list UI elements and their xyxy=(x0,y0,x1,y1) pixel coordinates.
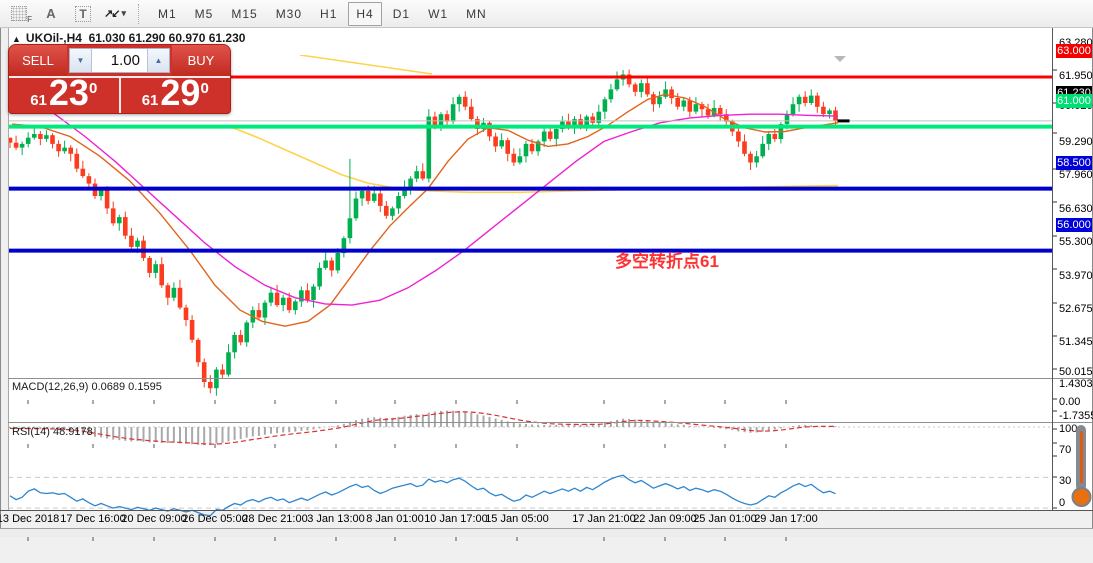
chart-annotation-text: 多空转折点61 xyxy=(615,252,719,271)
time-label: 20 Dec 09:00 xyxy=(121,513,187,525)
ma-mid-magenta xyxy=(19,93,839,306)
rsi-tick-100: 100 xyxy=(1059,423,1078,435)
price-tag-61.000: 61.000 xyxy=(1056,94,1092,108)
time-label: 17 Jan 21:00 xyxy=(572,513,636,525)
time-label: 3 Jan 13:00 xyxy=(307,513,365,525)
text-label-icon[interactable]: A xyxy=(38,3,64,25)
timeframe-button-w1[interactable]: W1 xyxy=(421,3,455,25)
timeframe-button-mn[interactable]: MN xyxy=(459,3,494,25)
price-tick-56.630: 56.630 xyxy=(1059,203,1093,215)
macd-tick-1.4303: 1.4303 xyxy=(1059,378,1093,390)
price-tick-57.960: 57.960 xyxy=(1059,169,1093,181)
price-tick-51.345: 51.345 xyxy=(1059,336,1093,348)
price-tick-52.675: 52.675 xyxy=(1059,303,1093,315)
volume-stepper: ▼ 1.00 ▲ xyxy=(69,48,170,73)
volume-increase-button[interactable]: ▲ xyxy=(147,49,169,72)
volume-value[interactable]: 1.00 xyxy=(92,49,147,72)
sell-price[interactable]: 61 23 0 xyxy=(9,72,121,113)
rsi-pane-separator[interactable] xyxy=(8,422,1092,423)
price-tick-53.970: 53.970 xyxy=(1059,270,1093,282)
price-tag-56.000: 56.000 xyxy=(1056,218,1092,232)
price-tick-55.300: 55.300 xyxy=(1059,236,1093,248)
x-axis-line xyxy=(0,510,1093,511)
price-tag-58.500: 58.500 xyxy=(1056,156,1092,170)
toolbar-separator xyxy=(138,3,139,24)
timeframe-button-m1[interactable]: M1 xyxy=(151,3,184,25)
timeframe-button-h1[interactable]: H1 xyxy=(313,3,344,25)
time-label: 28 Dec 21:00 xyxy=(242,513,308,525)
text-box-glyph: T xyxy=(75,5,91,22)
macd-label: MACD(12,26,9) 0.0689 0.1595 xyxy=(12,381,162,393)
sell-price-main: 23 xyxy=(48,72,89,113)
time-label: 26 Dec 05:00 xyxy=(182,513,248,525)
macd-tick-0.00: 0.00 xyxy=(1059,396,1081,408)
timeframe-button-m5[interactable]: M5 xyxy=(188,3,221,25)
arrows-glyph: ↗↙ xyxy=(104,8,121,20)
time-label: 25 Jan 01:00 xyxy=(693,513,757,525)
sell-price-sup: 0 xyxy=(88,80,98,97)
arrows-icon[interactable]: ↗↙ ▾ xyxy=(102,3,128,25)
dropdown-caret-icon: ▾ xyxy=(121,8,126,18)
buy-price-sup: 0 xyxy=(200,80,209,97)
ma-fast-orange xyxy=(11,93,839,327)
price-tick-59.290: 59.290 xyxy=(1059,136,1093,148)
sell-price-prefix: 61 xyxy=(30,92,47,109)
macd-signal-line xyxy=(9,411,836,445)
time-label: 8 Jan 01:00 xyxy=(366,513,424,525)
yellow-trendline xyxy=(299,55,433,75)
time-label: 29 Jan 17:00 xyxy=(754,513,818,525)
macd-pane-separator[interactable] xyxy=(8,378,1092,379)
timeframe-group: M1 M5 M15 M30 H1 H4 D1 W1 MN xyxy=(147,1,494,26)
rsi-label: RSI(14) 48.9178 xyxy=(12,426,93,438)
last-price-marker xyxy=(837,119,850,123)
grid-glyph: F xyxy=(11,6,32,24)
timeframe-button-m30[interactable]: M30 xyxy=(269,3,309,25)
scroll-marker-icon[interactable] xyxy=(834,56,846,62)
buy-price[interactable]: 61 29 0 xyxy=(121,72,231,113)
time-label: 17 Dec 16:00 xyxy=(60,513,126,525)
timeframe-button-m15[interactable]: M15 xyxy=(224,3,264,25)
top-toolbar: F A T ↗↙ ▾ M1 M5 M15 M30 H1 H4 D1 W1 MN xyxy=(0,0,1093,28)
rsi-tick-0: 0 xyxy=(1059,497,1066,509)
chart-grid-icon[interactable]: F xyxy=(6,3,32,25)
price-tick-50.015: 50.015 xyxy=(1059,366,1093,378)
candles xyxy=(8,69,838,396)
macd-tick--1.7355: -1.7355 xyxy=(1059,410,1093,422)
ma-slow-yellow xyxy=(229,125,839,194)
macd-histogram xyxy=(9,410,837,446)
buy-price-prefix: 61 xyxy=(141,92,159,109)
y-axis-line xyxy=(1052,28,1053,510)
text-box-icon[interactable]: T xyxy=(70,3,96,25)
timeframe-button-d1[interactable]: D1 xyxy=(386,3,417,25)
time-label: 13 Dec 2018 xyxy=(0,513,60,525)
rsi-tick-70: 70 xyxy=(1059,444,1072,456)
price-tick-61.950: 61.950 xyxy=(1059,70,1093,82)
time-label: 10 Jan 17:00 xyxy=(424,513,488,525)
price-tag-63.000: 63.000 xyxy=(1056,44,1092,58)
window-left-border xyxy=(0,27,1,536)
timeframe-button-h4[interactable]: H4 xyxy=(348,1,382,26)
time-label: 15 Jan 05:00 xyxy=(485,513,549,525)
rsi-tick-30: 30 xyxy=(1059,475,1072,487)
volume-decrease-button[interactable]: ▼ xyxy=(70,49,92,72)
price-row: 61 23 0 61 29 0 xyxy=(9,72,231,113)
buy-price-main: 29 xyxy=(160,72,201,113)
one-click-trading-panel: SELL ▼ 1.00 ▲ BUY 61 23 0 61 29 0 xyxy=(8,44,231,114)
time-label: 22 Jan 09:00 xyxy=(633,513,697,525)
